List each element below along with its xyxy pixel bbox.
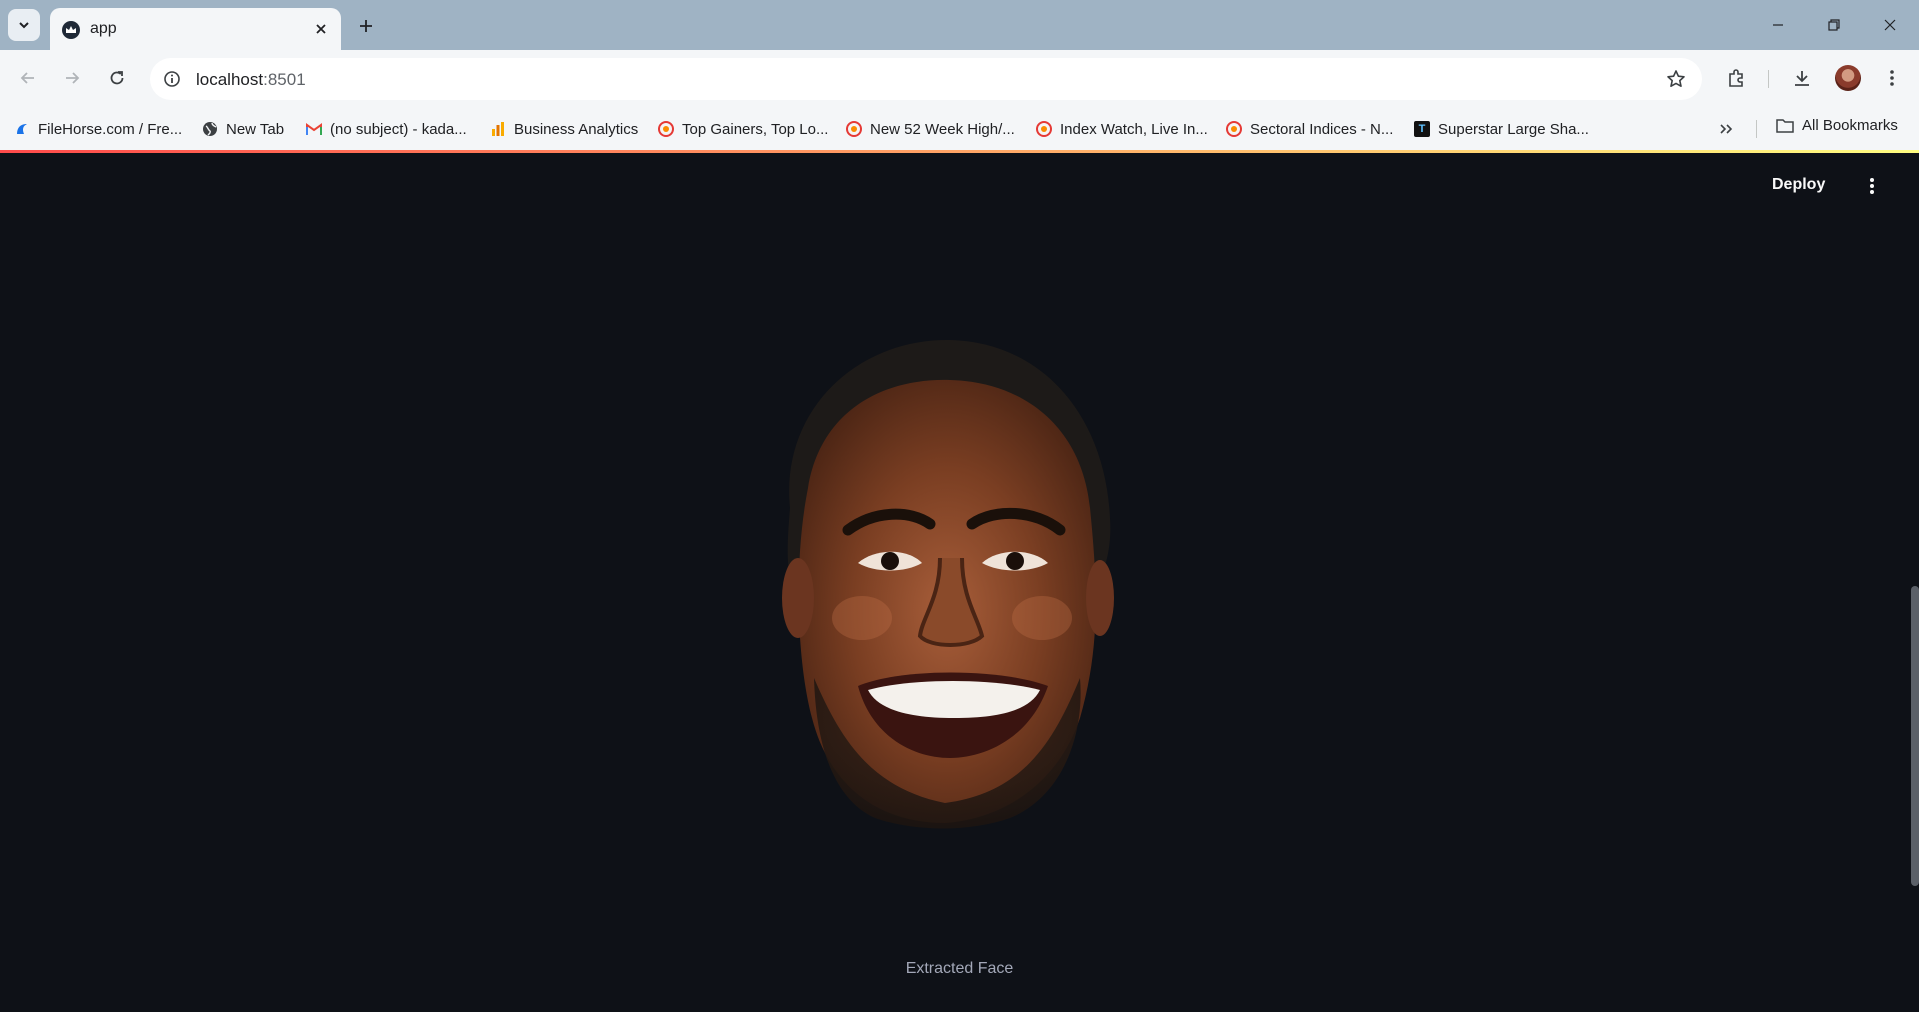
extracted-face-image <box>750 318 1130 830</box>
bookmark-item[interactable]: (no subject) - kada... <box>306 117 467 141</box>
profile-avatar[interactable] <box>1835 65 1861 91</box>
filehorse-icon <box>14 121 30 137</box>
extensions-button[interactable] <box>1720 62 1752 94</box>
address-bar[interactable]: localhost:8501 <box>150 58 1702 100</box>
analytics-icon <box>490 121 506 137</box>
tab-search-button[interactable] <box>8 9 40 41</box>
header-decoration-bar <box>0 150 1919 153</box>
plus-icon <box>360 20 372 32</box>
forward-button[interactable] <box>56 62 88 94</box>
site-info-icon[interactable] <box>160 67 184 91</box>
double-chevron-right-icon <box>1720 124 1733 134</box>
tab-strip: app <box>0 0 1919 50</box>
minimize-icon <box>1773 24 1783 26</box>
bookmark-star-icon[interactable] <box>1664 67 1688 91</box>
streamlit-crown-icon <box>62 21 80 39</box>
globe-icon <box>202 121 218 137</box>
browser-menu-button[interactable] <box>1876 62 1908 94</box>
image-caption: Extracted Face <box>905 960 1014 977</box>
new-tab-button[interactable] <box>352 12 380 40</box>
bookmark-item[interactable]: Top Gainers, Top Lo... <box>658 117 828 141</box>
forward-arrow-icon <box>66 72 80 84</box>
restore-icon <box>1828 19 1840 31</box>
url-host: localhost <box>196 70 264 89</box>
restore-button[interactable] <box>1805 0 1863 50</box>
trendlyne-icon: T <box>1414 121 1430 137</box>
minimize-button[interactable] <box>1749 0 1807 50</box>
gmail-icon <box>306 121 322 137</box>
bookmark-item[interactable]: New Tab <box>202 117 284 141</box>
reload-button[interactable] <box>101 62 133 94</box>
bookmark-label: FileHorse.com / Fre... <box>38 120 183 138</box>
puzzle-icon <box>1729 69 1743 87</box>
reload-icon <box>110 71 124 85</box>
nse-icon <box>658 121 674 137</box>
bookmark-item[interactable]: Sectoral Indices - N... <box>1226 117 1393 141</box>
bookmark-item[interactable]: New 52 Week High/... <box>846 117 1015 141</box>
bookmark-label: Superstar Large Sha... <box>1438 120 1589 138</box>
back-button[interactable] <box>12 62 44 94</box>
page-scrollbar[interactable] <box>1911 586 1919 886</box>
folder-icon <box>1776 118 1794 133</box>
bookmark-item[interactable]: FileHorse.com / Fre... <box>14 117 182 141</box>
browser-toolbar: localhost:8501 <box>0 50 1919 108</box>
close-icon <box>1884 19 1896 31</box>
nse-icon <box>1226 121 1242 137</box>
nse-icon <box>1036 121 1052 137</box>
bookmark-label: Sectoral Indices - N... <box>1250 120 1394 138</box>
bookmark-label: New 52 Week High/... <box>870 120 1015 138</box>
url-port: :8501 <box>263 70 306 89</box>
bookmark-item[interactable]: T Superstar Large Sha... <box>1414 117 1589 141</box>
all-bookmarks-button[interactable]: All Bookmarks <box>1776 117 1898 134</box>
close-window-button[interactable] <box>1861 0 1919 50</box>
download-icon <box>1795 71 1809 86</box>
bookmark-item[interactable]: Business Analytics <box>490 117 638 141</box>
active-tab[interactable]: app <box>50 8 341 50</box>
bookmark-item[interactable]: Index Watch, Live In... <box>1036 117 1208 141</box>
all-bookmarks-label: All Bookmarks <box>1802 117 1898 134</box>
app-viewport: Deploy Extracted Face <box>0 150 1919 1012</box>
kebab-menu-icon <box>1890 70 1894 86</box>
back-arrow-icon <box>20 72 34 84</box>
bookmark-label: Top Gainers, Top Lo... <box>682 120 829 138</box>
chevron-down-icon <box>19 22 29 29</box>
toolbar-divider <box>1768 70 1769 88</box>
more-bookmarks-button[interactable] <box>1714 118 1738 140</box>
nse-icon <box>846 121 862 137</box>
bookmark-label: New Tab <box>226 120 285 138</box>
tab-title: app <box>90 20 117 37</box>
bookmark-label: Business Analytics <box>514 120 639 138</box>
downloads-button[interactable] <box>1786 62 1818 94</box>
bookmarks-divider <box>1756 120 1757 138</box>
bookmark-label: (no subject) - kada... <box>330 120 467 138</box>
app-main-menu-button[interactable] <box>1862 174 1882 198</box>
deploy-button[interactable]: Deploy <box>1772 176 1825 194</box>
bookmarks-bar: FileHorse.com / Fre... New Tab (no subje… <box>0 108 1919 150</box>
url-text: localhost:8501 <box>196 70 306 90</box>
close-tab-icon[interactable] <box>311 19 331 39</box>
kebab-menu-icon <box>1870 178 1874 194</box>
bookmark-label: Index Watch, Live In... <box>1060 120 1208 138</box>
